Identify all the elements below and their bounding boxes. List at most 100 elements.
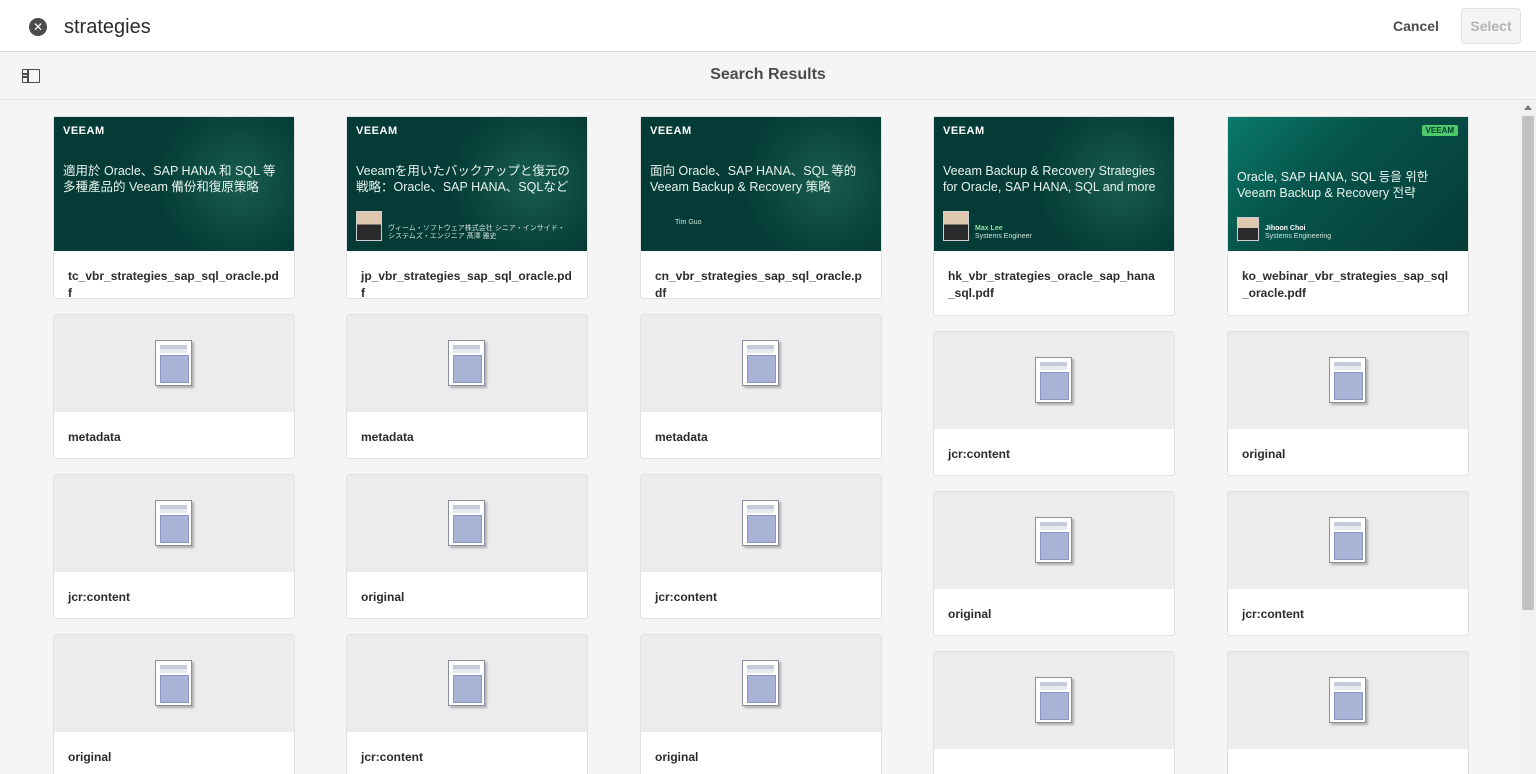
asset-card[interactable] [1227, 651, 1469, 774]
page-title: Search Results [710, 66, 826, 83]
results-column: VEEAM Veeam Backup & Recovery Strategies… [933, 116, 1175, 774]
speaker-text: Max Lee Systems Engineer [975, 225, 1032, 241]
document-icon [448, 340, 485, 386]
asset-label: original [655, 750, 699, 764]
asset-card[interactable]: jcr:content [1227, 491, 1469, 636]
placeholder-thumbnail [54, 635, 294, 732]
document-icon [742, 500, 779, 546]
scrollbar-thumb[interactable] [1522, 116, 1534, 610]
placeholder-thumbnail [347, 475, 587, 572]
results-header: Search Results [0, 52, 1536, 100]
speaker-photo [943, 211, 969, 241]
asset-thumbnail: VEEAM 適用於 Oracle、SAP HANA 和 SQL 等多種產品的 V… [54, 117, 294, 251]
search-bar: ✕ Cancel Select [0, 0, 1536, 52]
speaker-photo [356, 211, 382, 241]
placeholder-thumbnail [347, 315, 587, 412]
placeholder-thumbnail [1228, 492, 1468, 589]
document-icon [742, 340, 779, 386]
speaker-role: Systems Engineer [975, 233, 1032, 240]
thumbnail-title: 適用於 Oracle、SAP HANA 和 SQL 等多種產品的 Veeam 備… [63, 164, 276, 194]
thumbnail-title: Veeamを用いたバックアップと復元の戦略：Oracle、SAP HANA、SQ… [356, 164, 570, 194]
veeam-logo: VEEAM [356, 125, 398, 137]
document-icon [742, 660, 779, 706]
asset-card[interactable]: jcr:content [53, 474, 295, 619]
asset-label: metadata [361, 430, 414, 444]
document-icon [155, 500, 192, 546]
results-grid: VEEAM 適用於 Oracle、SAP HANA 和 SQL 等多種產品的 V… [0, 100, 1520, 774]
veeam-logo: VEEAM [1421, 125, 1458, 136]
asset-label: original [361, 590, 405, 604]
asset-label: jcr:content [68, 590, 131, 604]
asset-card[interactable]: original [1227, 331, 1469, 476]
asset-card[interactable] [933, 651, 1175, 774]
placeholder-thumbnail [934, 492, 1174, 589]
speaker-block: Jihoon Choi Systems Engineering [1237, 217, 1331, 241]
asset-card[interactable]: original [933, 491, 1175, 636]
asset-label [1228, 749, 1468, 774]
asset-card[interactable]: original [640, 634, 882, 774]
asset-label: jp_vbr_strategies_sap_sql_oracle.pdf [361, 269, 572, 300]
asset-thumbnail: VEEAM Veeamを用いたバックアップと復元の戦略：Oracle、SAP H… [347, 117, 587, 251]
asset-card[interactable]: metadata [53, 314, 295, 459]
placeholder-thumbnail [641, 475, 881, 572]
asset-card[interactable]: jcr:content [346, 634, 588, 774]
asset-label: jcr:content [1242, 607, 1305, 621]
asset-card[interactable]: metadata [346, 314, 588, 459]
document-icon [155, 340, 192, 386]
placeholder-thumbnail [641, 635, 881, 732]
asset-card[interactable]: VEEAM 面向 Oracle、SAP HANA、SQL 等的 Veeam Ba… [640, 116, 882, 300]
speaker-text: Tim Guo [675, 219, 702, 226]
speaker-name: Jihoon Choi [1265, 225, 1306, 232]
asset-label: jcr:content [655, 590, 718, 604]
thumbnail-title: Oracle, SAP HANA, SQL 등을 위한 Veeam Backup… [1237, 170, 1429, 200]
document-icon [155, 660, 192, 706]
asset-card[interactable]: original [346, 474, 588, 619]
asset-card[interactable]: VEEAM Veeamを用いたバックアップと復元の戦略：Oracle、SAP H… [346, 116, 588, 300]
document-icon [1035, 677, 1072, 723]
asset-label: original [1242, 447, 1286, 461]
results-column: VEEAM Veeamを用いたバックアップと復元の戦略：Oracle、SAP H… [346, 116, 588, 774]
placeholder-thumbnail [347, 635, 587, 732]
cancel-button[interactable]: Cancel [1380, 10, 1452, 42]
asset-label: original [68, 750, 112, 764]
asset-card[interactable]: VEEAM Veeam Backup & Recovery Strategies… [933, 116, 1175, 316]
search-input[interactable] [64, 12, 1064, 42]
placeholder-thumbnail [641, 315, 881, 412]
asset-label: metadata [655, 430, 708, 444]
results-column: VEEAM 適用於 Oracle、SAP HANA 和 SQL 等多種產品的 V… [53, 116, 295, 774]
speaker-block: Max Lee Systems Engineer [943, 211, 1032, 241]
document-icon [448, 660, 485, 706]
placeholder-thumbnail [934, 652, 1174, 749]
asset-label: jcr:content [361, 750, 424, 764]
asset-label: cn_vbr_strategies_sap_sql_oracle.pdf [655, 269, 862, 300]
placeholder-thumbnail [54, 475, 294, 572]
scroll-up-icon[interactable] [1524, 105, 1532, 110]
placeholder-thumbnail [934, 332, 1174, 429]
document-icon [1035, 357, 1072, 403]
document-icon [1329, 677, 1366, 723]
asset-label: hk_vbr_strategies_oracle_sap_hana_sql.pd… [948, 269, 1155, 300]
asset-thumbnail: VEEAM 面向 Oracle、SAP HANA、SQL 等的 Veeam Ba… [641, 117, 881, 251]
clear-search-icon[interactable]: ✕ [29, 18, 47, 36]
results-scrollbar[interactable] [1520, 100, 1536, 774]
asset-label: ko_webinar_vbr_strategies_sap_sql_oracle… [1242, 269, 1449, 300]
asset-card[interactable]: metadata [640, 314, 882, 459]
asset-card[interactable]: jcr:content [933, 331, 1175, 476]
results-column: VEEAM 面向 Oracle、SAP HANA、SQL 等的 Veeam Ba… [640, 116, 882, 774]
document-icon [1035, 517, 1072, 563]
asset-card[interactable]: VEEAM 適用於 Oracle、SAP HANA 和 SQL 等多種產品的 V… [53, 116, 295, 300]
asset-card[interactable]: jcr:content [640, 474, 882, 619]
select-button[interactable]: Select [1461, 8, 1521, 44]
asset-label: original [948, 607, 992, 621]
veeam-logo: VEEAM [650, 125, 692, 137]
veeam-logo: VEEAM [63, 125, 105, 137]
speaker-role: Systems Engineering [1265, 233, 1332, 240]
document-icon [1329, 357, 1366, 403]
asset-card[interactable]: VEEAM Oracle, SAP HANA, SQL 등을 위한 Veeam … [1227, 116, 1469, 316]
asset-thumbnail: VEEAM Oracle, SAP HANA, SQL 등을 위한 Veeam … [1228, 117, 1468, 251]
thumbnail-title: Veeam Backup & Recovery Strategies for O… [943, 164, 1156, 194]
asset-label [934, 749, 1174, 774]
asset-thumbnail: VEEAM Veeam Backup & Recovery Strategies… [934, 117, 1174, 251]
thumbnail-title: 面向 Oracle、SAP HANA、SQL 等的 Veeam Backup &… [650, 164, 857, 194]
asset-card[interactable]: original [53, 634, 295, 774]
